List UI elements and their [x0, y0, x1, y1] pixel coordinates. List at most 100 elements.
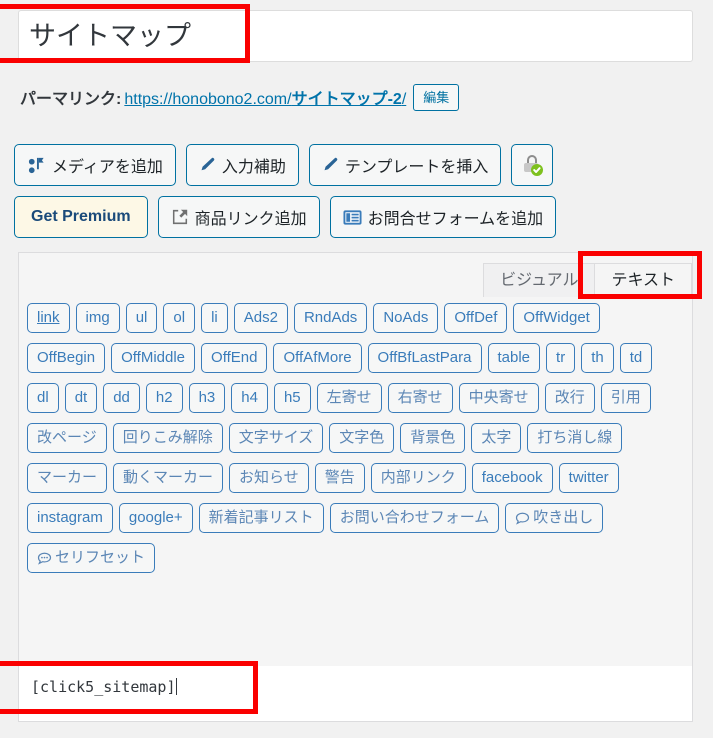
add-media-button[interactable]: メディアを追加: [14, 144, 176, 186]
add-contact-form-label: お問合せフォームを追加: [367, 211, 544, 228]
quicktag-button[interactable]: マーカー: [27, 463, 108, 493]
quicktag-label: マーカー: [37, 469, 98, 486]
quicktag-button[interactable]: NoAds: [373, 303, 439, 333]
editor-tab-visual[interactable]: ビジュアル: [483, 263, 596, 297]
quicktag-label: h3: [198, 389, 216, 406]
quicktag-label: 内部リンク: [380, 469, 456, 486]
quicktag-label: RndAds: [303, 309, 358, 326]
quicktag-button[interactable]: td: [619, 343, 653, 373]
quicktag-button[interactable]: 文字サイズ: [228, 423, 324, 453]
quicktag-label: img: [85, 309, 110, 326]
quicktag-label: 新着記事リスト: [208, 509, 314, 526]
quicktag-button[interactable]: OffWidget: [513, 303, 600, 333]
media-toolbar-row-2: Get Premium 商品リンク追加 お問合せフォームを追加: [14, 196, 566, 238]
quicktag-button[interactable]: th: [581, 343, 614, 373]
quicktag-button[interactable]: 内部リンク: [370, 463, 466, 493]
permalink-base: https://honobono2.com/: [124, 91, 292, 108]
quicktag-button[interactable]: twitter: [558, 463, 619, 493]
quicktag-label: tr: [556, 349, 566, 366]
quicktag-button[interactable]: お知らせ: [229, 463, 309, 493]
quicktag-button[interactable]: 改行: [544, 383, 595, 413]
quicktag-button[interactable]: h2: [145, 383, 183, 413]
editor-tab-text[interactable]: テキスト: [594, 263, 692, 297]
quicktag-button[interactable]: OffAfMore: [273, 343, 362, 373]
quicktag-button[interactable]: OffBegin: [27, 343, 106, 373]
quicktag-label: table: [497, 349, 531, 366]
quicktag-label: th: [591, 349, 604, 366]
quicktag-button[interactable]: OffBfLastPara: [367, 343, 482, 373]
quicktag-label: ul: [135, 309, 148, 326]
quicktag-button[interactable]: 改ページ: [27, 423, 107, 453]
quicktag-button[interactable]: tr: [546, 343, 576, 373]
quicktag-label: OffBfLastPara: [377, 349, 472, 366]
quicktag-label: h5: [283, 389, 301, 406]
get-premium-button[interactable]: Get Premium: [14, 196, 148, 238]
quicktag-button[interactable]: 太字: [471, 423, 522, 453]
post-title-field[interactable]: サイトマップ: [18, 10, 693, 62]
quicktag-button[interactable]: 右寄せ: [387, 383, 453, 413]
insert-template-button[interactable]: テンプレートを挿入: [308, 144, 502, 186]
quicktag-button[interactable]: ul: [125, 303, 158, 333]
quicktag-button[interactable]: instagram: [27, 503, 113, 533]
quicktag-button[interactable]: Ads2: [233, 303, 288, 333]
quicktag-button[interactable]: 打ち消し線: [527, 423, 623, 453]
quicktag-label: お問い合わせフォーム: [339, 509, 490, 526]
quicktag-button[interactable]: dl: [27, 383, 59, 413]
quicktag-button[interactable]: li: [201, 303, 228, 333]
quicktag-label: Ads2: [243, 309, 278, 326]
quicktag-button[interactable]: ol: [163, 303, 196, 333]
post-title-input[interactable]: [18, 10, 693, 62]
quicktag-button[interactable]: google+: [118, 503, 193, 533]
quicktag-button[interactable]: RndAds: [293, 303, 368, 333]
quicktag-label: セリフセット: [55, 549, 146, 566]
quicktag-button[interactable]: h3: [188, 383, 226, 413]
quicktag-label: h4: [241, 389, 258, 406]
media-toolbar-row-1: メディアを追加 入力補助 テンプレートを挿入: [14, 144, 563, 186]
quicktag-button[interactable]: 文字色: [329, 423, 395, 453]
quicktag-button[interactable]: 背景色: [400, 423, 466, 453]
input-assist-button[interactable]: 入力補助: [185, 144, 299, 186]
quicktag-label: td: [629, 349, 643, 366]
quicktag-button[interactable]: facebook: [471, 463, 553, 493]
quicktag-label: h2: [155, 389, 173, 406]
quicktag-label: twitter: [568, 469, 609, 486]
quicktag-button[interactable]: 吹き出し: [505, 503, 604, 533]
quicktag-button[interactable]: 警告: [314, 463, 365, 493]
security-lock-button[interactable]: [511, 144, 554, 186]
lock-verified-icon: [520, 153, 544, 177]
quicktag-button[interactable]: セリフセット: [27, 543, 156, 573]
quicktag-button[interactable]: OffDef: [444, 303, 508, 333]
quicktag-label: li: [211, 309, 218, 326]
quicktag-label: OffEnd: [211, 349, 258, 366]
quicktag-button[interactable]: 引用: [600, 383, 651, 413]
add-product-link-button[interactable]: 商品リンク追加: [157, 196, 320, 238]
quicktag-button[interactable]: h4: [231, 383, 268, 413]
quicktag-button[interactable]: img: [75, 303, 120, 333]
quicktag-button[interactable]: 回りこみ解除: [112, 423, 223, 453]
quicktag-button[interactable]: dd: [103, 383, 140, 413]
quicktag-button[interactable]: table: [487, 343, 541, 373]
quicktag-button[interactable]: お問い合わせフォーム: [329, 503, 500, 533]
quicktag-button[interactable]: dt: [64, 383, 98, 413]
quicktag-label: 引用: [610, 389, 641, 406]
quicktag-label: google+: [128, 509, 183, 526]
content-textarea[interactable]: [click5_sitemap]: [18, 666, 693, 722]
quicktag-label: 文字色: [339, 429, 385, 446]
quicktag-button[interactable]: OffEnd: [201, 343, 268, 373]
permalink-url-link[interactable]: https://honobono2.com/サイトマップ-2/: [124, 85, 406, 109]
quicktag-label: 警告: [324, 469, 355, 486]
quicktag-button[interactable]: link: [27, 303, 70, 333]
pencil-icon: [322, 157, 339, 174]
speech-bubbles-icon: [37, 551, 52, 566]
add-contact-form-button[interactable]: お問合せフォームを追加: [329, 196, 557, 238]
quicktag-label: OffWidget: [523, 309, 590, 326]
quicktag-button[interactable]: OffMiddle: [111, 343, 196, 373]
quicktag-button[interactable]: 左寄せ: [316, 383, 382, 413]
permalink-edit-button[interactable]: 編集: [413, 83, 460, 111]
quicktag-button[interactable]: 動くマーカー: [113, 463, 224, 493]
quicktag-button[interactable]: 新着記事リスト: [198, 503, 324, 533]
quicktag-label: ol: [173, 309, 186, 326]
quicktag-button[interactable]: 中央寄せ: [458, 383, 539, 413]
quicktag-button[interactable]: h5: [273, 383, 311, 413]
quicktag-label: お知らせ: [239, 469, 299, 486]
